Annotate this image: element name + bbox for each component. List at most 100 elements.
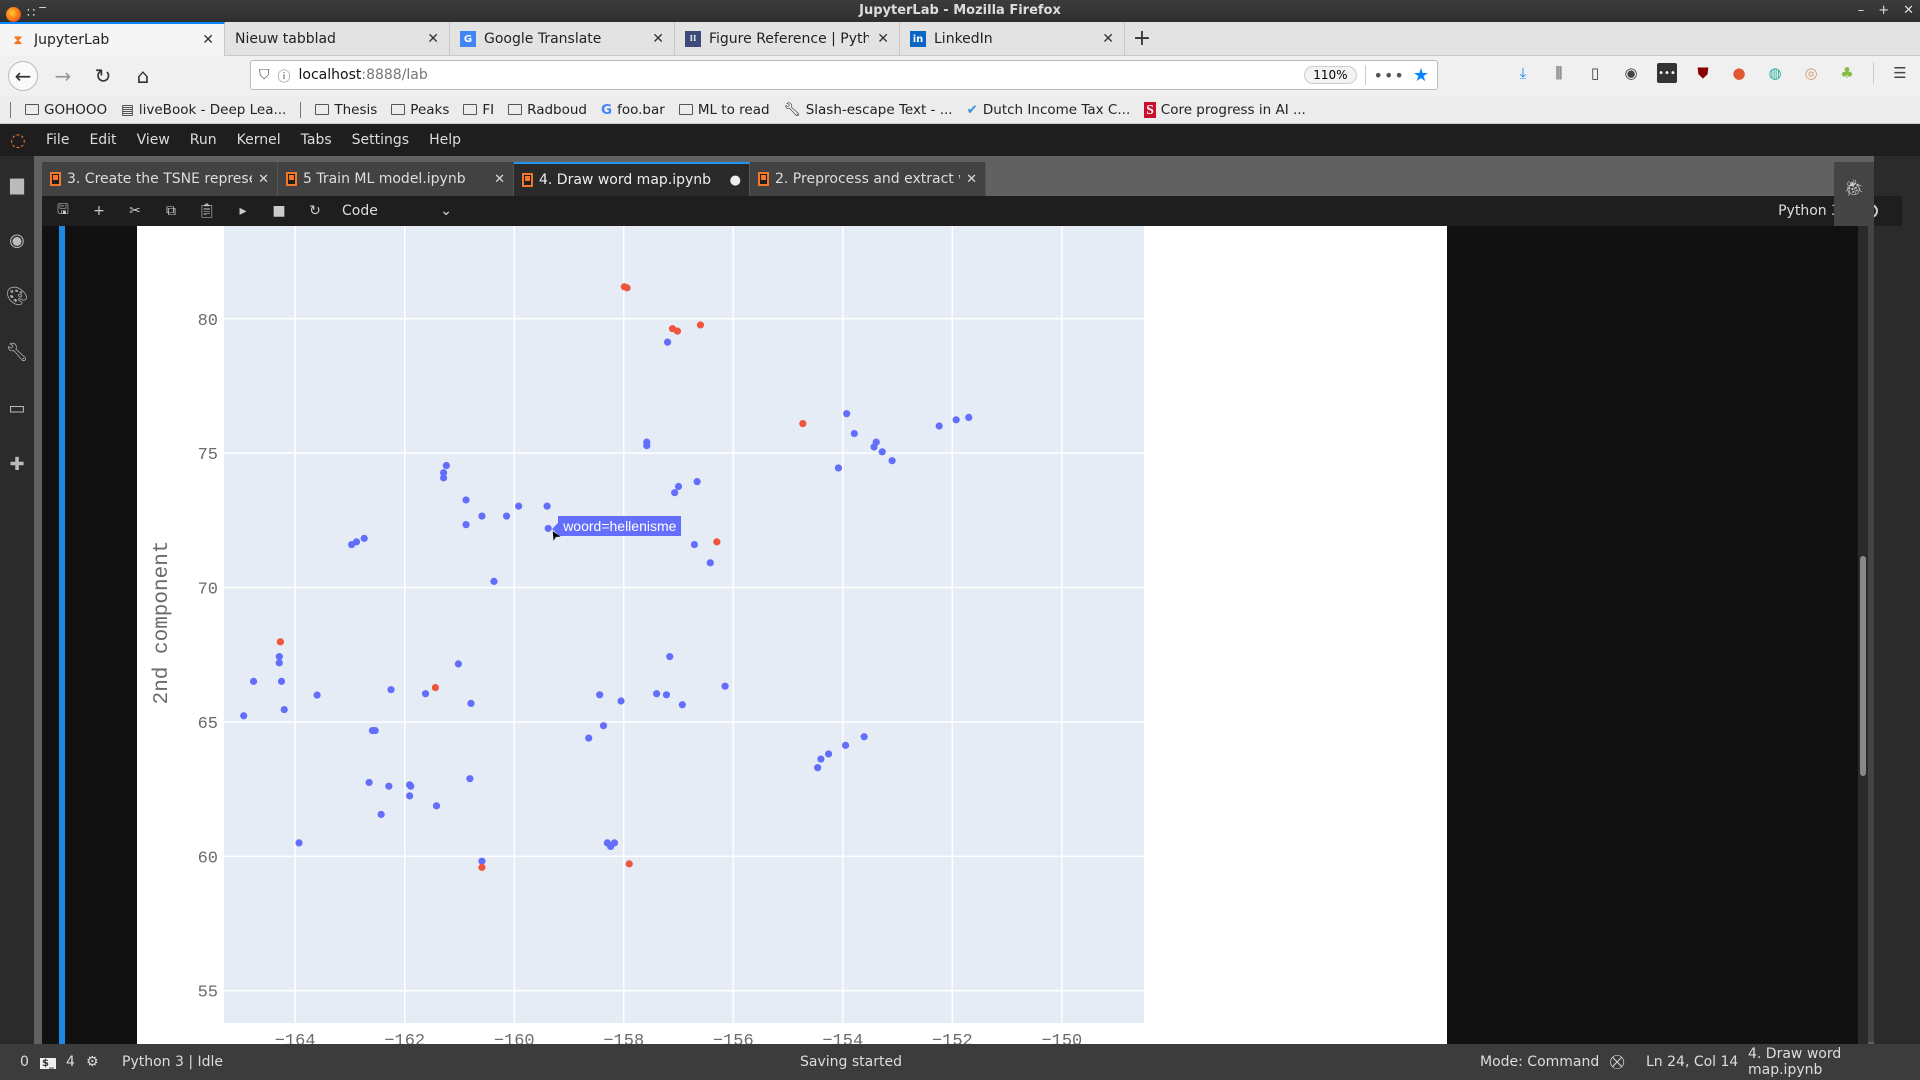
doc-tab[interactable]: 3. Create the TSNE represe ✕ xyxy=(42,162,278,196)
download-icon[interactable]: ⤓ xyxy=(1513,63,1533,83)
scatter-plot[interactable]: −164 −162 −160 −158 −156 −154 −152 −150 55 60 65 70… xyxy=(137,226,1447,1044)
plant-extension-icon[interactable]: ♣ xyxy=(1837,63,1857,83)
menu-file[interactable]: File xyxy=(36,132,79,148)
close-tab-icon[interactable]: ✕ xyxy=(877,31,889,47)
close-tab-icon[interactable]: ✕ xyxy=(494,172,505,187)
data-point-blue xyxy=(662,691,671,699)
password-extension-icon[interactable]: ••• xyxy=(1657,63,1677,83)
cut-icon[interactable]: ✂ xyxy=(126,203,144,219)
add-cell-icon[interactable]: + xyxy=(90,203,108,219)
close-tab-icon[interactable]: ✕ xyxy=(652,31,664,47)
bookmark-label: liveBook - Deep Lea... xyxy=(138,101,287,118)
doc-tab-active[interactable]: 4. Draw word map.ipynb ● xyxy=(514,162,750,196)
browser-tab[interactable]: Nieuw tabblad ✕ xyxy=(225,22,450,56)
extension-puzzle-icon[interactable]: ✚ xyxy=(7,454,27,475)
running-sessions-icon[interactable]: ◉ xyxy=(7,230,27,251)
bookmark-label: Radboud xyxy=(527,101,588,118)
active-cell-indicator[interactable] xyxy=(59,226,65,1044)
unsaved-dot-icon[interactable]: ● xyxy=(730,173,741,188)
menu-kernel[interactable]: Kernel xyxy=(227,132,291,148)
bookmark-item[interactable]: Peaks xyxy=(391,102,449,118)
bookmark-star-icon[interactable]: ★ xyxy=(1413,65,1429,86)
close-tab-icon[interactable]: ✕ xyxy=(427,31,439,47)
kernel-count[interactable]: 4 xyxy=(66,1054,75,1070)
run-icon[interactable]: ▸ xyxy=(234,203,252,219)
sidebar-icon[interactable]: ▯ xyxy=(1585,63,1605,83)
terminal-icon[interactable]: $_ xyxy=(40,1054,56,1070)
bookmark-item[interactable]: S Core progress in AI ... xyxy=(1144,101,1306,118)
shield-icon[interactable]: ⛉ xyxy=(259,67,270,83)
doc-tab[interactable]: 2. Preprocess and extract w ✕ xyxy=(750,162,986,196)
back-button[interactable]: ← xyxy=(8,61,38,91)
bookmark-item[interactable]: FI xyxy=(463,102,494,118)
trust-shield-icon[interactable]: ⛒ xyxy=(1610,1054,1624,1070)
notebook-icon xyxy=(50,172,61,186)
vertical-scrollbar[interactable] xyxy=(1858,226,1868,1044)
scrollbar-thumb[interactable] xyxy=(1860,556,1866,776)
home-button[interactable]: ⌂ xyxy=(128,61,158,91)
browser-tab[interactable]: ⁞⁞ Figure Reference | Python ✕ xyxy=(675,22,900,56)
document-tab-bar: 3. Create the TSNE represe ✕ 5 Train ML … xyxy=(42,162,986,196)
cell-type-select[interactable]: Code ⌄ xyxy=(342,203,452,219)
new-tab-button[interactable]: + xyxy=(1125,22,1159,55)
account-icon[interactable]: ◉ xyxy=(1621,63,1641,83)
kernel-chip-icon[interactable]: ⚙ xyxy=(86,1054,99,1070)
close-tab-icon[interactable]: ✕ xyxy=(202,32,214,48)
close-tab-icon[interactable]: ✕ xyxy=(1102,31,1114,47)
menu-edit[interactable]: Edit xyxy=(79,132,126,148)
restart-icon[interactable]: ↻ xyxy=(306,203,324,219)
wrench-tools-icon[interactable]: 🔧︎ xyxy=(6,342,29,363)
palette-icon[interactable]: 🎨︎ xyxy=(6,286,29,307)
browser-tab[interactable]: G Google Translate ✕ xyxy=(450,22,675,56)
doc-tab-label: 3. Create the TSNE represe xyxy=(67,171,253,187)
data-point-blue xyxy=(406,792,414,800)
bookmark-item[interactable]: Radboud xyxy=(508,102,587,118)
globe-extension-icon[interactable]: ◍ xyxy=(1765,63,1785,83)
maximize-button[interactable]: + xyxy=(1878,0,1889,22)
info-icon[interactable]: ⓘ xyxy=(278,66,291,85)
browser-tab[interactable]: in LinkedIn ✕ xyxy=(900,22,1125,56)
bookmark-item[interactable]: ▤ liveBook - Deep Lea... xyxy=(121,102,286,118)
copy-icon[interactable]: ⧉ xyxy=(162,203,180,219)
folder-icon xyxy=(463,104,478,115)
hamburger-menu-icon[interactable]: ☰ xyxy=(1890,63,1910,83)
bookmark-item[interactable]: 🔧︎ Slash-escape Text - ... xyxy=(784,102,953,118)
ublock-icon[interactable]: ⛊ xyxy=(1693,63,1713,83)
menu-settings[interactable]: Settings xyxy=(342,132,419,148)
page-actions-icon[interactable]: ••• xyxy=(1374,66,1405,85)
terminal-count[interactable]: 0 xyxy=(20,1054,29,1070)
owl-extension-icon[interactable]: ◎ xyxy=(1801,63,1821,83)
library-icon[interactable]: ⫼ xyxy=(1549,63,1569,83)
browser-tab[interactable]: ⧗ JupyterLab ✕ xyxy=(0,22,225,56)
cursor-position[interactable]: Ln 24, Col 14 xyxy=(1646,1054,1738,1070)
bookmark-item[interactable]: Thesis xyxy=(315,102,377,118)
menu-tabs[interactable]: Tabs xyxy=(291,132,342,148)
duckduckgo-icon[interactable]: ● xyxy=(1729,63,1749,83)
url-host: localhost xyxy=(298,67,362,83)
menu-help[interactable]: Help xyxy=(419,132,471,148)
reload-button[interactable]: ↻ xyxy=(88,61,118,91)
bookmark-item[interactable]: ML to read xyxy=(678,102,770,118)
menu-view[interactable]: View xyxy=(127,132,180,148)
minimize-button[interactable]: – xyxy=(1858,0,1865,22)
hourglass-icon: ⧗ xyxy=(13,32,23,47)
tabs-icon[interactable]: ▭ xyxy=(7,398,27,419)
stop-icon[interactable]: ■ xyxy=(270,203,288,219)
bookmark-item[interactable]: ✔ Dutch Income Tax C... xyxy=(967,102,1131,118)
kernel-status[interactable]: Python 3 | Idle xyxy=(122,1054,223,1070)
bookmark-item[interactable]: GOHOOO xyxy=(25,102,107,118)
file-browser-icon[interactable]: ▆ xyxy=(7,174,27,195)
zoom-level-button[interactable]: 110% xyxy=(1304,66,1357,84)
close-window-button[interactable]: ✕ xyxy=(1903,0,1914,22)
save-icon[interactable]: 🖫︎ xyxy=(54,199,72,223)
close-tab-icon[interactable]: ✕ xyxy=(258,172,269,187)
forward-button[interactable]: → xyxy=(48,61,78,91)
url-bar[interactable]: ⛉ ⓘ localhost:8888/lab 110% ••• ★ xyxy=(250,60,1438,90)
mode-indicator[interactable]: Mode: Command xyxy=(1480,1054,1599,1070)
doc-tab[interactable]: 5 Train ML model.ipynb ✕ xyxy=(278,162,514,196)
kernel-name[interactable]: Python 3 xyxy=(1778,203,1840,219)
close-tab-icon[interactable]: ✕ xyxy=(966,172,977,187)
paste-icon[interactable]: 📋︎ xyxy=(198,203,216,219)
bookmark-item[interactable]: Gfoo.bar xyxy=(601,102,665,118)
menu-run[interactable]: Run xyxy=(180,132,227,148)
